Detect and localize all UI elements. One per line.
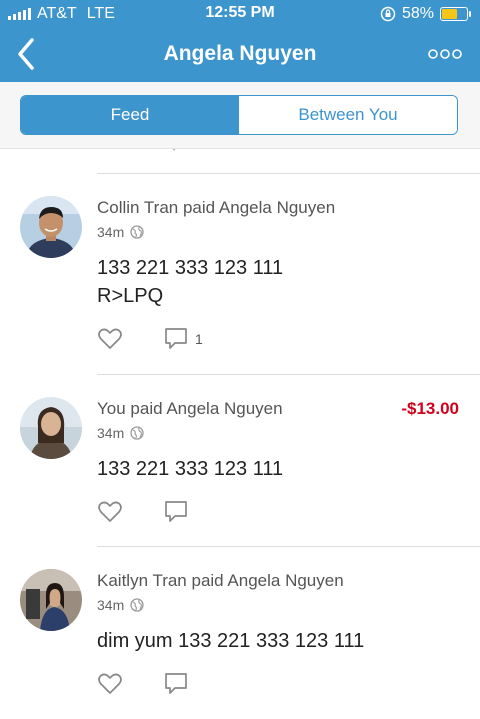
previous-item-actions-stub <box>173 149 175 151</box>
heart-icon[interactable] <box>97 326 123 352</box>
feed-item-1[interactable]: Collin Tran paid Angela Nguyen 34m 133 2… <box>0 174 480 349</box>
payment-amount: -$13.00 <box>401 399 459 418</box>
timestamp: 34m <box>97 224 125 240</box>
payment-note: 133 221 333 123 111 R>LPQ <box>97 254 283 310</box>
timestamp: 34m <box>97 425 125 441</box>
heart-icon[interactable] <box>97 671 123 697</box>
segmented-control: Feed Between You <box>20 95 458 135</box>
globe-icon <box>130 426 144 440</box>
payment-description: Collin Tran paid Angela Nguyen <box>97 198 336 217</box>
comment-icon[interactable] <box>163 326 189 352</box>
note-line: dim yum 133 221 333 123 111 <box>97 630 365 652</box>
payment-description: You paid Angela Nguyen <box>97 399 283 418</box>
avatar[interactable] <box>20 196 82 258</box>
status-bar: AT&T LTE 12:55 PM 58% <box>0 0 480 28</box>
tab-bar: Feed Between You <box>0 82 480 149</box>
tab-between-you[interactable]: Between You <box>239 96 457 134</box>
tab-feed[interactable]: Feed <box>21 96 239 134</box>
note-line: 133 221 333 123 111 <box>97 458 284 480</box>
timestamp: 34m <box>97 597 125 613</box>
heart-icon[interactable] <box>97 499 123 525</box>
comment-count: 1 <box>195 331 203 347</box>
battery-icon <box>440 7 471 21</box>
battery-percent: 58% <box>401 5 434 22</box>
comment-icon[interactable] <box>163 671 189 697</box>
payment-description: Kaitlyn Tran paid Angela Nguyen <box>97 571 344 590</box>
payment-note: 133 221 333 123 111 <box>97 455 283 483</box>
note-line: R>LPQ <box>97 285 164 307</box>
payment-note: dim yum 133 221 333 123 111 <box>97 627 364 655</box>
feed-item-2[interactable]: You paid Angela Nguyen -$13.00 34m 133 2… <box>0 375 480 545</box>
globe-icon <box>130 225 144 239</box>
avatar[interactable] <box>20 397 82 459</box>
nav-bar: Angela Nguyen <box>0 28 480 82</box>
more-dots-icon[interactable] <box>428 46 462 62</box>
avatar[interactable] <box>20 569 82 631</box>
comment-icon[interactable] <box>163 499 189 525</box>
rotation-lock-icon <box>380 6 396 22</box>
feed-list: Collin Tran paid Angela Nguyen 34m 133 2… <box>0 149 480 719</box>
page-title: Angela Nguyen <box>163 42 317 65</box>
globe-icon <box>130 598 144 612</box>
note-line: 133 221 333 123 111 <box>97 257 284 279</box>
feed-item-3[interactable]: Kaitlyn Tran paid Angela Nguyen 34m dim … <box>0 547 480 717</box>
top-bar: AT&T LTE 12:55 PM 58% Angela Nguyen <box>0 0 480 82</box>
